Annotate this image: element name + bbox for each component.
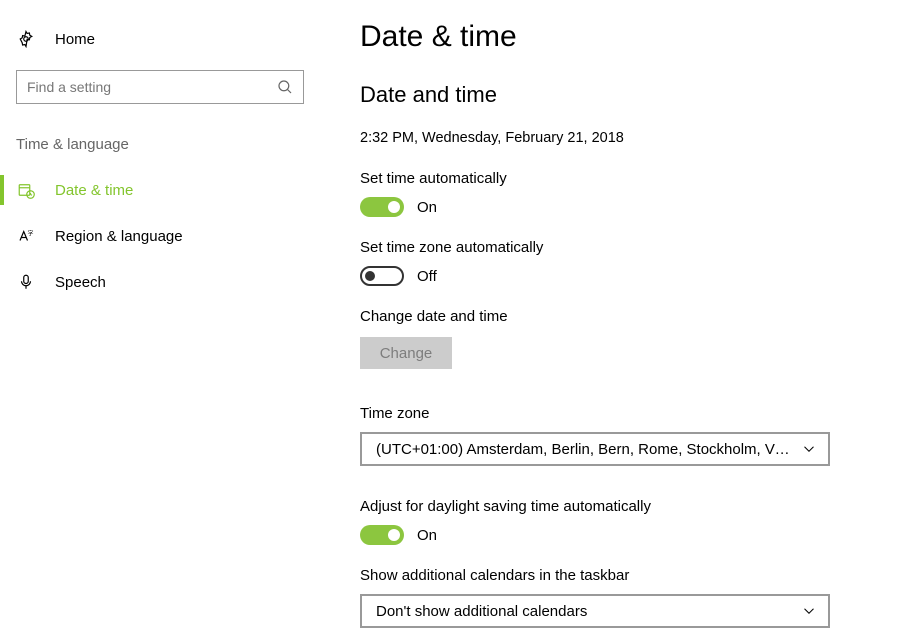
setting-set-timezone-auto: Set time zone automatically Off — [360, 239, 861, 286]
setting-additional-calendars: Show additional calendars in the taskbar… — [360, 567, 861, 628]
subsection-title: Date and time — [360, 82, 861, 108]
sidebar-item-speech[interactable]: Speech — [0, 259, 320, 305]
sidebar-item-label: Region & language — [55, 228, 183, 245]
toggle-state: Off — [417, 268, 437, 285]
setting-set-time-auto: Set time automatically On — [360, 170, 861, 217]
sidebar-item-label: Speech — [55, 274, 106, 291]
home-label: Home — [55, 31, 95, 48]
setting-label: Set time automatically — [360, 170, 861, 187]
setting-label: Change date and time — [360, 308, 861, 325]
setting-label: Time zone — [360, 405, 861, 422]
main-content: Date & time Date and time 2:32 PM, Wedne… — [320, 0, 901, 640]
dropdown-selected: (UTC+01:00) Amsterdam, Berlin, Bern, Rom… — [376, 441, 792, 458]
gear-icon — [17, 30, 35, 48]
language-icon: 字 — [17, 227, 35, 245]
setting-timezone: Time zone (UTC+01:00) Amsterdam, Berlin,… — [360, 405, 861, 466]
toggle-set-time-auto[interactable] — [360, 197, 404, 217]
dropdown-selected: Don't show additional calendars — [376, 603, 792, 620]
setting-change-datetime: Change date and time Change — [360, 308, 861, 369]
additional-calendars-dropdown[interactable]: Don't show additional calendars — [360, 594, 830, 628]
setting-label: Adjust for daylight saving time automati… — [360, 498, 861, 515]
sidebar-item-region-language[interactable]: 字 Region & language — [0, 213, 320, 259]
toggle-state: On — [417, 199, 437, 216]
sidebar-item-date-time[interactable]: Date & time — [0, 167, 320, 213]
page-title: Date & time — [360, 20, 861, 54]
search-input[interactable] — [16, 70, 304, 104]
sidebar-item-label: Date & time — [55, 182, 133, 199]
microphone-icon — [17, 273, 35, 291]
search-box — [16, 70, 304, 104]
setting-label: Set time zone automatically — [360, 239, 861, 256]
change-button: Change — [360, 337, 452, 369]
svg-text:字: 字 — [28, 229, 34, 237]
calendar-clock-icon — [17, 181, 35, 199]
timezone-dropdown[interactable]: (UTC+01:00) Amsterdam, Berlin, Bern, Rom… — [360, 432, 830, 466]
toggle-daylight[interactable] — [360, 525, 404, 545]
toggle-set-timezone-auto[interactable] — [360, 266, 404, 286]
setting-daylight: Adjust for daylight saving time automati… — [360, 498, 861, 545]
home-link[interactable]: Home — [0, 30, 320, 70]
toggle-state: On — [417, 527, 437, 544]
setting-label: Show additional calendars in the taskbar — [360, 567, 861, 584]
current-datetime: 2:32 PM, Wednesday, February 21, 2018 — [360, 130, 861, 146]
chevron-down-icon — [800, 440, 818, 458]
sidebar: Home Time & language Date & time 字 Regio… — [0, 0, 320, 640]
chevron-down-icon — [800, 602, 818, 620]
sidebar-section-label: Time & language — [0, 136, 320, 167]
